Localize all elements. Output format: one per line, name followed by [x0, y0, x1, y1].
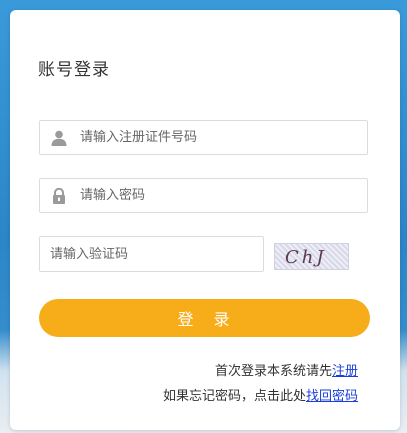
login-button[interactable]: 登 录: [39, 299, 370, 337]
register-row: 首次登录本系统请先注册: [215, 360, 358, 379]
register-prompt: 首次登录本系统请先: [214, 364, 332, 379]
password-input[interactable]: [80, 179, 360, 212]
captcha-field: [39, 236, 264, 272]
id-number-input[interactable]: [80, 121, 360, 154]
user-icon: [51, 130, 67, 146]
lock-icon: [51, 187, 67, 204]
forgot-password-link[interactable]: 找回密码: [306, 389, 358, 404]
forgot-password-row: 如果忘记密码，点击此处找回密码: [163, 385, 358, 404]
login-card: 账号登录 ChJ x 登 录 首次登录本系统请先注册 如果忘记密码，点击此处: [10, 10, 400, 430]
captcha-input[interactable]: [50, 237, 255, 271]
id-number-field: [39, 120, 368, 155]
password-field: [39, 178, 368, 213]
login-title: 账号登录: [38, 60, 110, 80]
captcha-text: ChJ x: [285, 247, 327, 269]
captcha-image[interactable]: ChJ x: [274, 243, 349, 270]
register-link[interactable]: 注册: [332, 364, 358, 379]
forgot-password-prompt: 如果忘记密码，点击此处: [162, 389, 306, 404]
